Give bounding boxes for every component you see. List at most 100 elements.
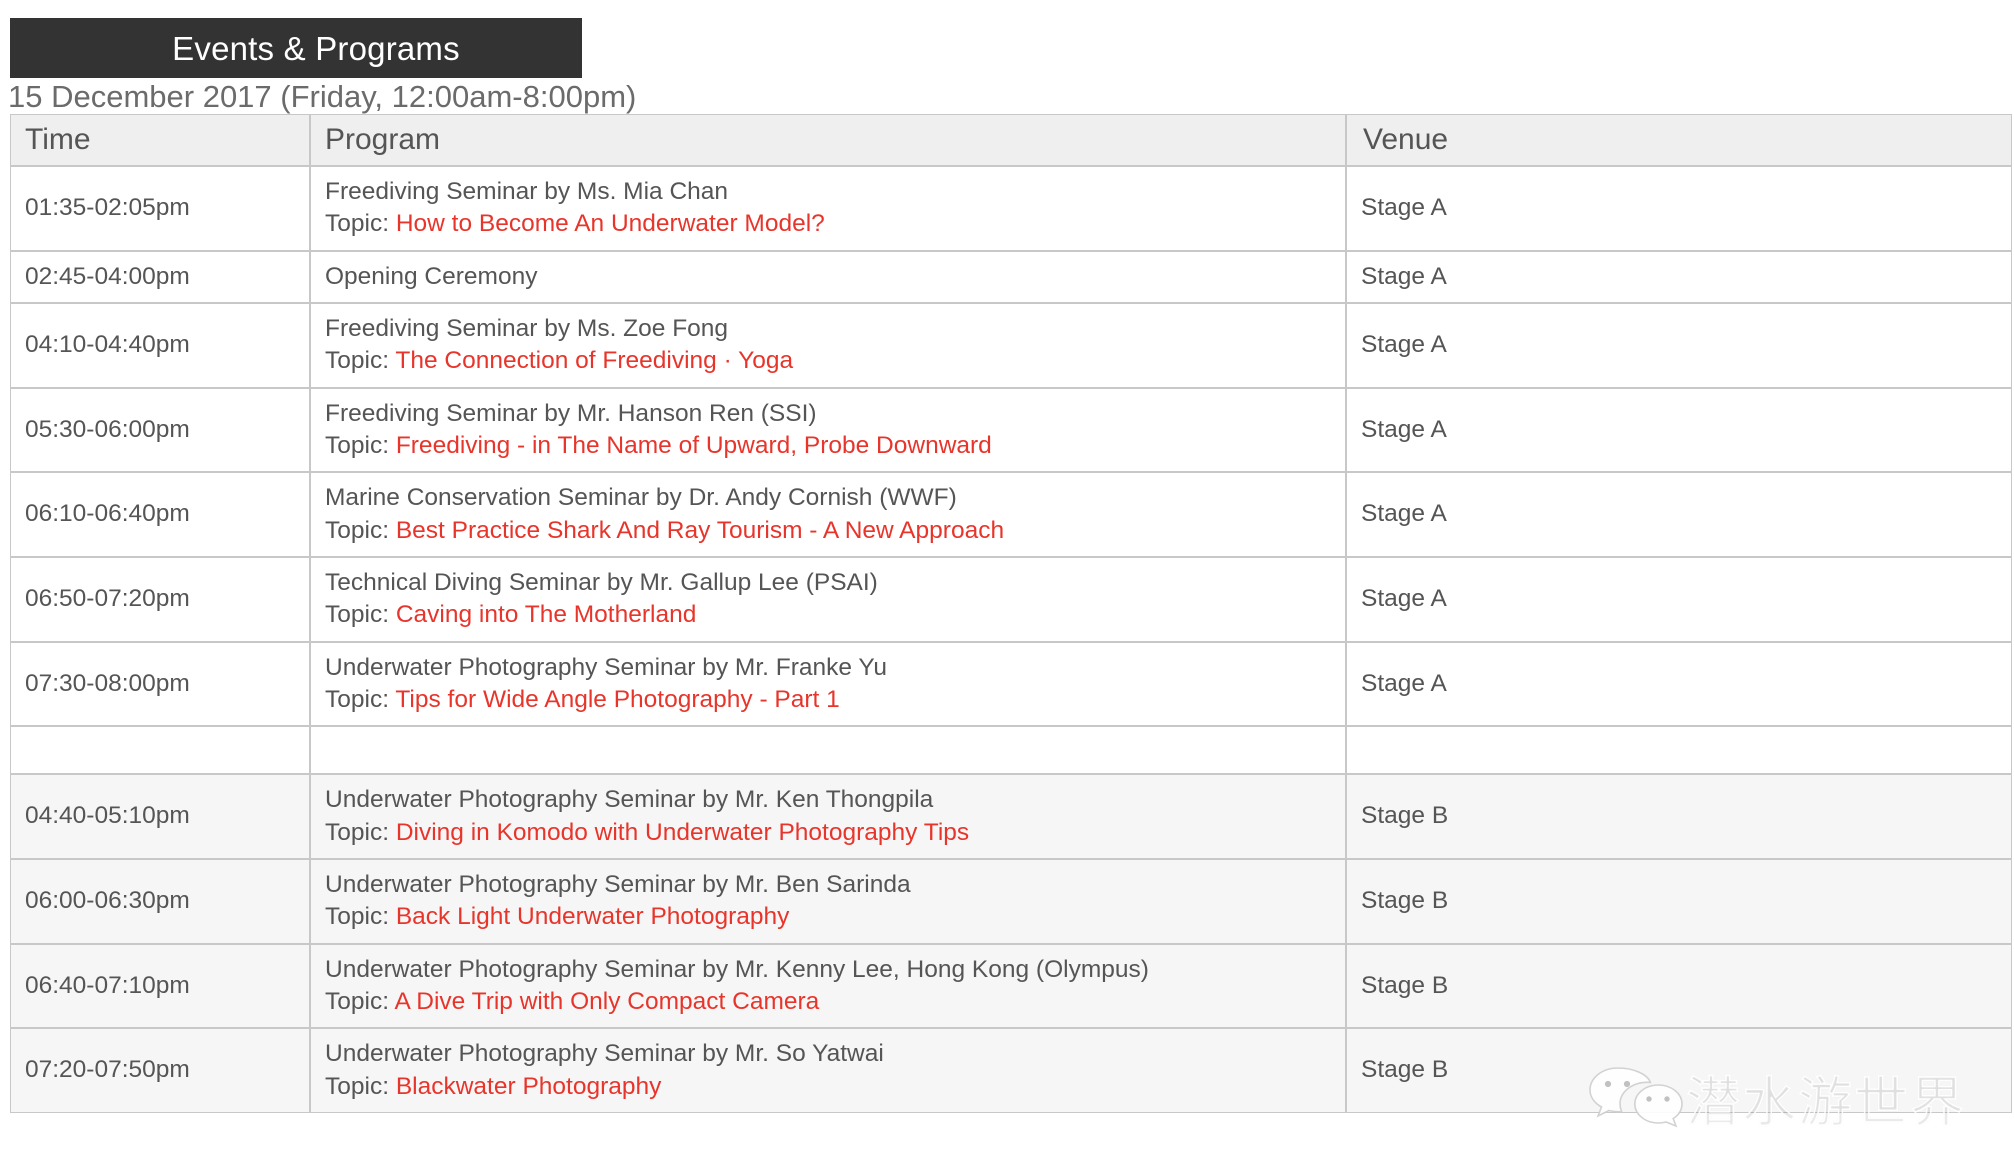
topic-text: The Connection of Freediving · Yoga <box>395 347 794 375</box>
page-title: Events & Programs <box>172 29 460 67</box>
program-title: Underwater Photography Seminar by Mr. Fr… <box>325 653 887 681</box>
cell-venue: Stage A <box>1346 387 2012 473</box>
topic-text: Freediving - in The Name of Upward, Prob… <box>395 431 992 459</box>
schedule-date-subtitle: 15 December 2017 (Friday, 12:00am-8:00pm… <box>8 79 637 114</box>
program-topic-line: Topic: Diving in Komodo with Underwater … <box>325 817 1331 849</box>
cell-venue: Stage A <box>1346 556 2012 642</box>
topic-text: Diving in Komodo with Underwater Photogr… <box>395 818 970 846</box>
cell-time: 02:45-04:00pm <box>10 250 310 303</box>
cell-venue: Stage B <box>1346 774 2012 859</box>
cell-time: 06:00-06:30pm <box>10 858 310 944</box>
topic-label: Topic: <box>325 903 396 931</box>
topic-label: Topic: <box>325 685 396 713</box>
program-title: Underwater Photography Seminar by Mr. Ke… <box>325 955 1149 983</box>
program-title: Underwater Photography Seminar by Mr. Be… <box>325 870 911 898</box>
table-row: 04:10-04:40pm Freediving Seminar by Ms. Z… <box>10 302 2012 388</box>
table-row: 02:45-04:00pm Opening Ceremony Stage A <box>10 250 2012 303</box>
cell-time: 04:10-04:40pm <box>10 302 310 388</box>
cell-time: 07:20-07:50pm <box>10 1028 310 1113</box>
program-title: Freediving Seminar by Mr. Hanson Ren (SS… <box>325 399 817 427</box>
topic-label: Topic: <box>325 987 395 1015</box>
table-row: 06:40-07:10pm Underwater Photography Semi… <box>10 943 2012 1029</box>
program-title: Underwater Photography Seminar by Mr. So… <box>325 1040 884 1068</box>
table-row: 01:35-02:05pm Freediving Seminar by Ms. M… <box>10 166 2012 251</box>
topic-label: Topic: <box>325 1072 396 1100</box>
program-topic-line: Topic: Freediving - in The Name of Upwar… <box>325 430 1331 462</box>
table-row: 05:30-06:00pm Freediving Seminar by Mr. H… <box>10 387 2012 473</box>
program-title: Opening Ceremony <box>325 262 538 290</box>
column-header-program: Program <box>310 114 1346 166</box>
topic-label: Topic: <box>325 347 396 375</box>
program-topic-line: Topic: Tips for Wide Angle Photography -… <box>325 684 1331 716</box>
topic-label: Topic: <box>325 431 396 459</box>
cell-time: 07:30-08:00pm <box>10 641 310 727</box>
program-topic-line: Topic: Blackwater Photography <box>325 1071 1331 1103</box>
column-header-time: Time <box>10 114 310 166</box>
table-row: 06:10-06:40pm Marine Conservation Seminar… <box>10 472 2012 557</box>
cell-venue: Stage A <box>1346 250 2012 303</box>
program-title: Freediving Seminar by Ms. Zoe Fong <box>325 314 729 342</box>
cell-time: 06:10-06:40pm <box>10 472 310 557</box>
cell-venue: Stage B <box>1346 943 2012 1029</box>
table-row: 06:00-06:30pm Underwater Photography Semi… <box>10 858 2012 944</box>
schedule-table: Time Program Venue 01:35-02:05pm Freedivi… <box>10 114 2012 1113</box>
cell-program: Underwater Photography Seminar by Mr. Ke… <box>310 774 1346 859</box>
topic-text: How to Become An Underwater Model? <box>395 210 825 238</box>
cell-program: Marine Conservation Seminar by Dr. Andy … <box>310 472 1346 557</box>
topic-text: Tips for Wide Angle Photography - Part 1 <box>395 685 840 713</box>
program-topic-line: Topic: Back Light Underwater Photography <box>325 901 1331 933</box>
cell-program: Opening Ceremony <box>310 250 1346 303</box>
cell-venue: Stage B <box>1346 858 2012 944</box>
cell-program: Underwater Photography Seminar by Mr. Ke… <box>310 943 1346 1029</box>
cell-program: Freediving Seminar by Ms. Mia Chan Topic:… <box>310 166 1346 251</box>
topic-text: Best Practice Shark And Ray Tourism - A … <box>395 516 1005 544</box>
topic-label: Topic: <box>325 601 396 629</box>
cell-program: Technical Diving Seminar by Mr. Gallup L… <box>310 556 1346 642</box>
program-topic-line: Topic: How to Become An Underwater Model… <box>325 208 1331 240</box>
cell-venue: Stage A <box>1346 641 2012 727</box>
cell-venue: Stage B <box>1346 1028 2012 1113</box>
table-row <box>10 726 2012 775</box>
program-topic-line: Topic: The Connection of Freediving · Yo… <box>325 345 1331 377</box>
cell-program: Underwater Photography Seminar by Mr. Fr… <box>310 641 1346 727</box>
table-row: 04:40-05:10pm Underwater Photography Semi… <box>10 774 2012 859</box>
table-body: 01:35-02:05pm Freediving Seminar by Ms. M… <box>10 166 2012 1113</box>
cell-time <box>10 726 310 775</box>
table-row: 07:30-08:00pm Underwater Photography Semi… <box>10 641 2012 727</box>
cell-time: 06:50-07:20pm <box>10 556 310 642</box>
topic-text: Caving into The Motherland <box>395 601 697 629</box>
program-topic-line: Topic: Caving into The Motherland <box>325 599 1331 631</box>
cell-time: 05:30-06:00pm <box>10 387 310 473</box>
cell-time: 01:35-02:05pm <box>10 166 310 251</box>
column-header-venue: Venue <box>1346 114 2012 166</box>
program-title: Underwater Photography Seminar by Mr. Ke… <box>325 786 934 814</box>
cell-venue <box>1346 726 2012 775</box>
topic-label: Topic: <box>325 516 396 544</box>
topic-label: Topic: <box>325 818 396 846</box>
table-row: 06:50-07:20pm Technical Diving Seminar by… <box>10 556 2012 642</box>
page-title-badge: Events & Programs <box>10 18 582 78</box>
cell-time: 04:40-05:10pm <box>10 774 310 859</box>
cell-program <box>310 726 1346 775</box>
cell-time: 06:40-07:10pm <box>10 943 310 1029</box>
table-head: Time Program Venue <box>10 114 2012 166</box>
program-title: Freediving Seminar by Ms. Mia Chan <box>325 178 729 205</box>
topic-text: Back Light Underwater Photography <box>395 903 790 931</box>
topic-text: A Dive Trip with Only Compact Camera <box>394 987 820 1015</box>
program-topic-line: Topic: Best Practice Shark And Ray Touri… <box>325 515 1331 547</box>
program-topic-line: Topic: A Dive Trip with Only Compact Cam… <box>325 986 1331 1018</box>
cell-venue: Stage A <box>1346 166 2012 251</box>
cell-program: Freediving Seminar by Ms. Zoe Fong Topic:… <box>310 302 1346 388</box>
cell-program: Freediving Seminar by Mr. Hanson Ren (SS… <box>310 387 1346 473</box>
table-header-row: Time Program Venue <box>10 114 2012 166</box>
cell-program: Underwater Photography Seminar by Mr. Be… <box>310 858 1346 944</box>
cell-venue: Stage A <box>1346 302 2012 388</box>
cell-venue: Stage A <box>1346 472 2012 557</box>
topic-text: Blackwater Photography <box>395 1072 662 1100</box>
schedule-page: Events & Programs 15 December 2017 (Frid… <box>0 0 2014 1170</box>
program-title: Technical Diving Seminar by Mr. Gallup L… <box>325 568 878 596</box>
table-row: 07:20-07:50pm Underwater Photography Semi… <box>10 1028 2012 1113</box>
cell-program: Underwater Photography Seminar by Mr. So… <box>310 1028 1346 1113</box>
program-title: Marine Conservation Seminar by Dr. Andy … <box>325 484 957 512</box>
topic-label: Topic: <box>325 210 396 238</box>
